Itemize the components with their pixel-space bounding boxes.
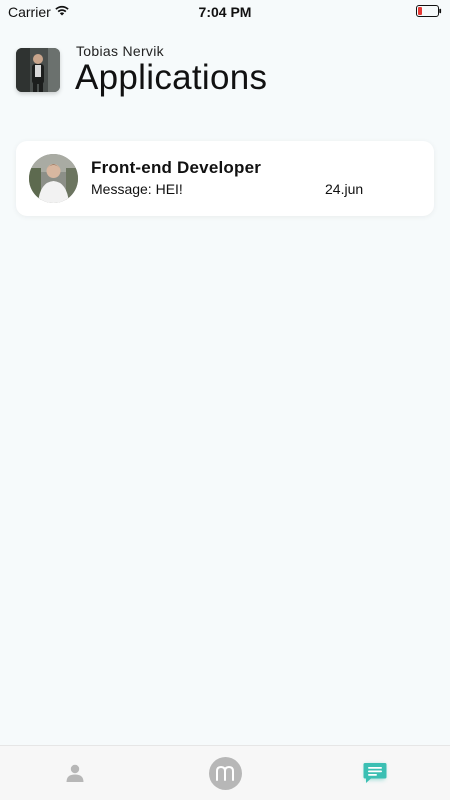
person-icon [66, 764, 84, 782]
user-photo [16, 48, 60, 92]
application-title: Front-end Developer [91, 158, 262, 177]
application-card[interactable]: Front-end Developer Message: HEI! 24.jun [16, 141, 434, 216]
battery-icon [416, 5, 442, 17]
m-logo-icon [208, 756, 242, 790]
tab-home[interactable] [200, 746, 250, 800]
screen: Carrier 7:04 PM Tobias Nervik Applicatio… [0, 0, 450, 800]
user-avatar[interactable] [16, 48, 60, 92]
clock: 7:04 PM [198, 4, 252, 20]
page-title: Applications [75, 58, 268, 97]
application-date: 24.jun [325, 181, 364, 197]
tab-messages[interactable] [350, 746, 400, 800]
user-name: Tobias Nervik [76, 43, 164, 59]
applicant-photo [29, 154, 78, 203]
chat-icon [363, 763, 387, 783]
applicant-avatar [29, 154, 78, 203]
status-bar: Carrier 7:04 PM [0, 0, 450, 24]
header: Tobias Nervik Applications [16, 43, 436, 100]
tab-profile[interactable] [50, 746, 100, 800]
application-message: Message: HEI! [91, 181, 183, 197]
m-letter-icon [216, 765, 234, 781]
tab-bar [0, 745, 450, 800]
